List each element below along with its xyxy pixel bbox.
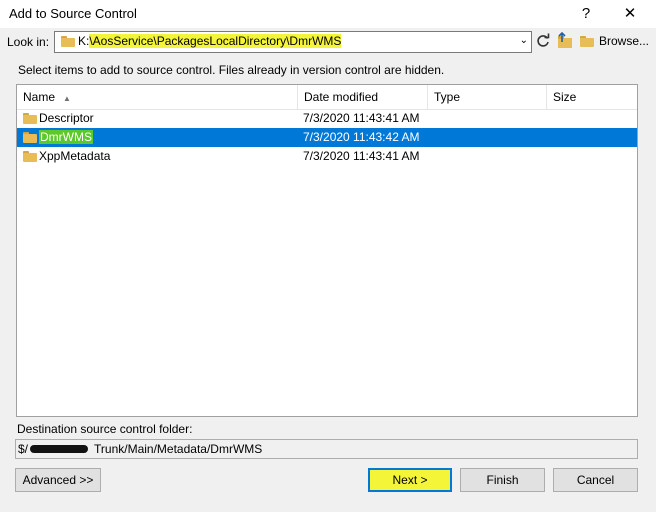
folder-icon (23, 113, 37, 124)
list-item[interactable]: XppMetadata 7/3/2020 11:43:41 AM (17, 147, 637, 166)
redaction-mark (30, 445, 88, 453)
advanced-button[interactable]: Advanced >> (15, 468, 101, 492)
item-date: 7/3/2020 11:43:41 AM (303, 111, 420, 125)
look-in-path: K:\AosService\PackagesLocalDirectory\Dmr… (78, 34, 342, 48)
up-folder-button[interactable] (556, 31, 574, 50)
chevron-down-icon[interactable]: ⌄ (520, 35, 528, 46)
sort-ascending-icon: ▲ (63, 94, 71, 103)
destination-label: Destination source control folder: (17, 422, 193, 436)
look-in-label: Look in: (7, 35, 50, 49)
item-name: DmrWMS (39, 130, 93, 144)
list-header: Name ▲ Date modified Type Size (17, 85, 637, 110)
folder-icon (23, 132, 37, 143)
list-item-selected[interactable]: DmrWMS 7/3/2020 11:43:42 AM (17, 128, 637, 147)
help-button[interactable]: ? (575, 4, 597, 24)
refresh-icon (537, 33, 550, 47)
destination-field: $/ Trunk/Main/Metadata/DmrWMS (15, 439, 638, 459)
column-header-size[interactable]: Size (547, 85, 637, 109)
window-title: Add to Source Control (9, 6, 137, 21)
cancel-button[interactable]: Cancel (553, 468, 638, 492)
look-in-dropdown[interactable]: K:\AosService\PackagesLocalDirectory\Dmr… (54, 31, 532, 53)
close-button[interactable]: ✕ (619, 4, 641, 24)
browse-label: Browse... (599, 34, 650, 48)
next-button[interactable]: Next > (368, 468, 452, 492)
item-name: Descriptor (39, 111, 94, 125)
column-header-name[interactable]: Name ▲ (17, 85, 298, 109)
folder-icon (61, 36, 75, 47)
column-header-date-modified[interactable]: Date modified (298, 85, 428, 109)
destination-prefix: $/ (18, 442, 29, 456)
finish-button[interactable]: Finish (460, 468, 545, 492)
folder-icon (580, 36, 594, 47)
refresh-button[interactable] (534, 32, 552, 50)
folder-icon (23, 151, 37, 162)
list-item[interactable]: Descriptor 7/3/2020 11:43:41 AM (17, 109, 637, 128)
up-folder-icon (558, 31, 572, 48)
destination-path: Trunk/Main/Metadata/DmrWMS (94, 442, 263, 456)
column-header-type[interactable]: Type (428, 85, 547, 109)
item-name: XppMetadata (39, 149, 111, 163)
item-date: 7/3/2020 11:43:41 AM (303, 149, 420, 163)
title-bar: Add to Source Control ? ✕ (0, 0, 656, 28)
file-list[interactable]: Name ▲ Date modified Type Size Descriptor… (16, 84, 638, 417)
item-date: 7/3/2020 11:43:42 AM (303, 130, 420, 144)
instructions-text: Select items to add to source control. F… (18, 63, 445, 77)
